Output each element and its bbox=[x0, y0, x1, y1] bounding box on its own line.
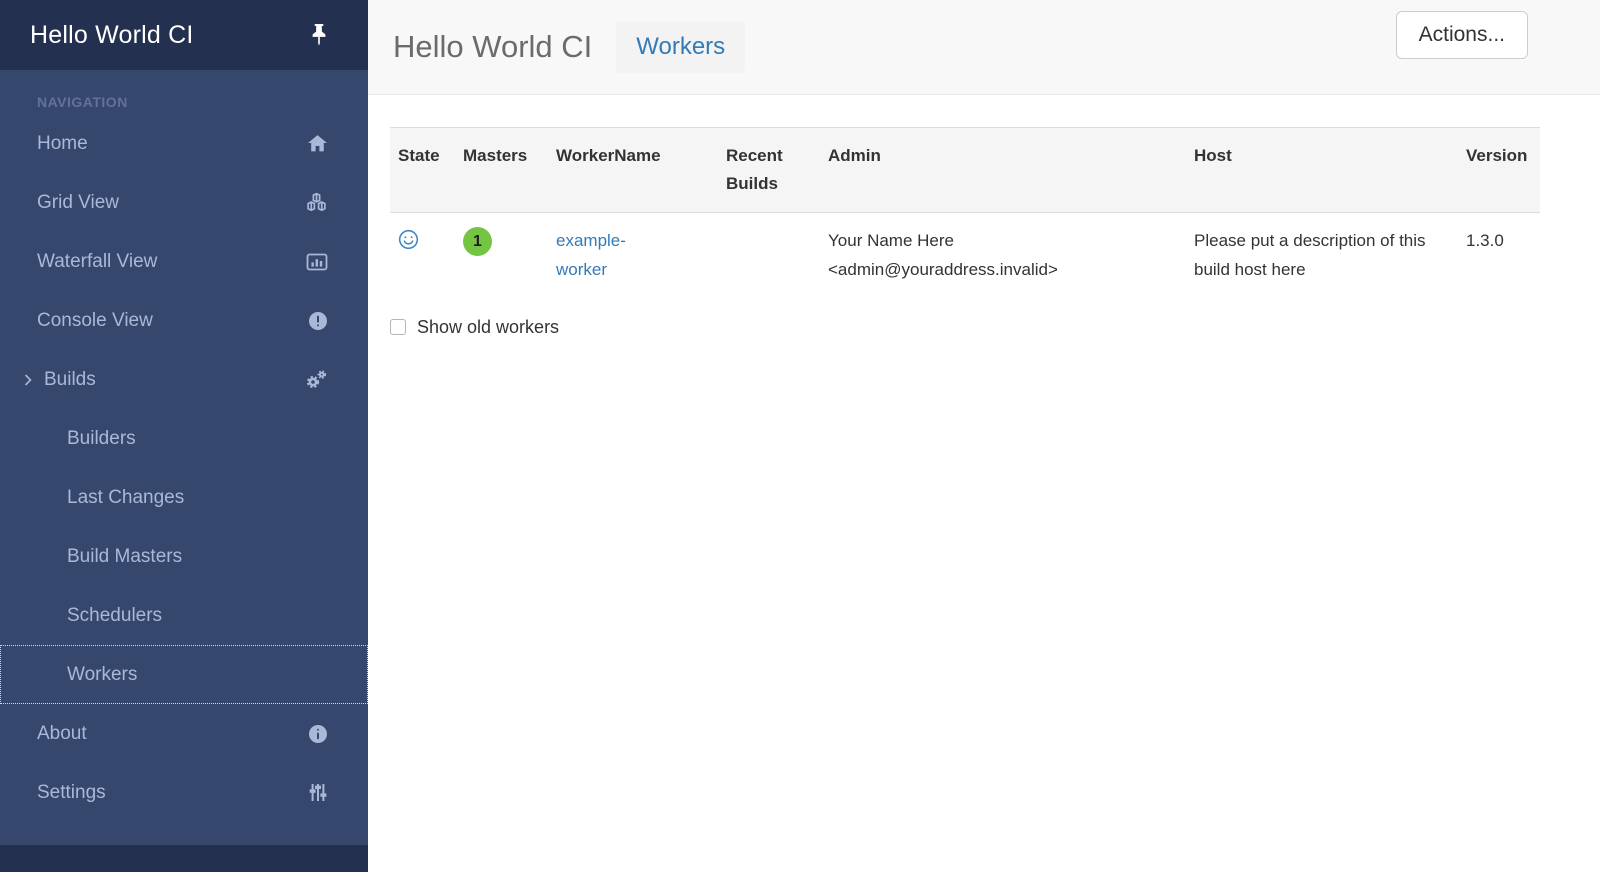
show-old-workers-checkbox[interactable] bbox=[390, 319, 406, 335]
sidebar-item-last-changes[interactable]: Last Changes bbox=[0, 468, 368, 527]
nav-section-label: NAVIGATION bbox=[0, 76, 368, 114]
topbar: Hello World CI Workers Actions... bbox=[368, 0, 1600, 95]
actions-button[interactable]: Actions... bbox=[1396, 11, 1528, 59]
sidebar-item-about[interactable]: About bbox=[0, 704, 368, 763]
sidebar-item-build-masters[interactable]: Build Masters bbox=[0, 527, 368, 586]
workers-table: State Masters WorkerName Recent Builds A… bbox=[390, 127, 1540, 299]
bar-chart-icon bbox=[306, 252, 328, 272]
worker-admin-cell: Your Name Here <admin@youraddress.invali… bbox=[820, 213, 1186, 299]
app-window: Hello World CI NAVIGATION Home Grid V bbox=[0, 0, 1600, 872]
cubes-icon bbox=[305, 192, 328, 213]
sidebar-item-schedulers[interactable]: Schedulers bbox=[0, 586, 368, 645]
sidebar-item-label: Settings bbox=[37, 782, 106, 804]
sidebar-item-label: Workers bbox=[67, 664, 137, 686]
sidebar-item-label: Home bbox=[37, 133, 88, 155]
col-header-recent-builds: Recent Builds bbox=[718, 128, 820, 213]
worker-host-cell: Please put a description of this build h… bbox=[1186, 213, 1458, 299]
masters-count-badge: 1 bbox=[463, 227, 492, 256]
col-header-masters: Masters bbox=[455, 128, 548, 213]
worker-masters-cell: 1 bbox=[455, 213, 548, 299]
worker-connected-smiley-icon bbox=[398, 229, 419, 260]
sidebar-item-label: Waterfall View bbox=[37, 251, 157, 273]
show-old-workers-label: Show old workers bbox=[417, 317, 559, 338]
sidebar-item-settings[interactable]: Settings bbox=[0, 763, 368, 822]
worker-name-link[interactable]: example-worker bbox=[556, 227, 656, 285]
exclamation-circle-icon bbox=[308, 311, 328, 331]
sidebar-item-builders[interactable]: Builders bbox=[0, 409, 368, 468]
table-row: 1 example-worker Your Name Here <admin@y… bbox=[390, 213, 1540, 299]
sidebar-nav: NAVIGATION Home Grid View Waterf bbox=[0, 70, 368, 845]
sidebar: Hello World CI NAVIGATION Home Grid V bbox=[0, 0, 368, 872]
sidebar-item-label: Last Changes bbox=[67, 487, 184, 509]
sidebar-item-label: Grid View bbox=[37, 192, 119, 214]
sidebar-header: Hello World CI bbox=[0, 0, 368, 70]
content: State Masters WorkerName Recent Builds A… bbox=[368, 95, 1600, 338]
main-area: Hello World CI Workers Actions... State … bbox=[368, 0, 1600, 872]
worker-recent-builds-cell bbox=[718, 213, 820, 299]
col-header-host: Host bbox=[1186, 128, 1458, 213]
sidebar-footer bbox=[0, 845, 368, 872]
chevron-right-icon bbox=[22, 373, 34, 387]
sidebar-item-grid-view[interactable]: Grid View bbox=[0, 173, 368, 232]
sidebar-item-waterfall-view[interactable]: Waterfall View bbox=[0, 232, 368, 291]
info-circle-icon bbox=[308, 724, 328, 744]
sidebar-item-label: About bbox=[37, 723, 87, 745]
cogs-icon bbox=[305, 369, 328, 390]
sidebar-item-workers[interactable]: Workers bbox=[0, 645, 368, 704]
sidebar-item-label: Builds bbox=[44, 369, 96, 391]
sidebar-item-label: Builders bbox=[67, 428, 136, 450]
col-header-admin: Admin bbox=[820, 128, 1186, 213]
worker-state-cell bbox=[390, 213, 455, 299]
worker-name-cell: example-worker bbox=[548, 213, 718, 299]
breadcrumb-workers[interactable]: Workers bbox=[616, 21, 745, 73]
worker-version-cell: 1.3.0 bbox=[1458, 213, 1540, 299]
col-header-version: Version bbox=[1458, 128, 1540, 213]
sidebar-item-builds[interactable]: Builds bbox=[0, 350, 368, 409]
sidebar-brand[interactable]: Hello World CI bbox=[30, 21, 194, 50]
page-title: Hello World CI bbox=[393, 29, 592, 65]
sidebar-item-console-view[interactable]: Console View bbox=[0, 291, 368, 350]
col-header-workername: WorkerName bbox=[548, 128, 718, 213]
sidebar-item-label: Console View bbox=[37, 310, 153, 332]
sidebar-item-label: Build Masters bbox=[67, 546, 182, 568]
sliders-icon bbox=[308, 782, 328, 803]
pin-icon[interactable] bbox=[308, 22, 330, 48]
sidebar-item-home[interactable]: Home bbox=[0, 114, 368, 173]
home-icon bbox=[307, 133, 328, 154]
table-header-row: State Masters WorkerName Recent Builds A… bbox=[390, 128, 1540, 213]
col-header-state: State bbox=[390, 128, 455, 213]
sidebar-item-label: Schedulers bbox=[67, 605, 162, 627]
show-old-workers-control[interactable]: Show old workers bbox=[390, 317, 559, 338]
